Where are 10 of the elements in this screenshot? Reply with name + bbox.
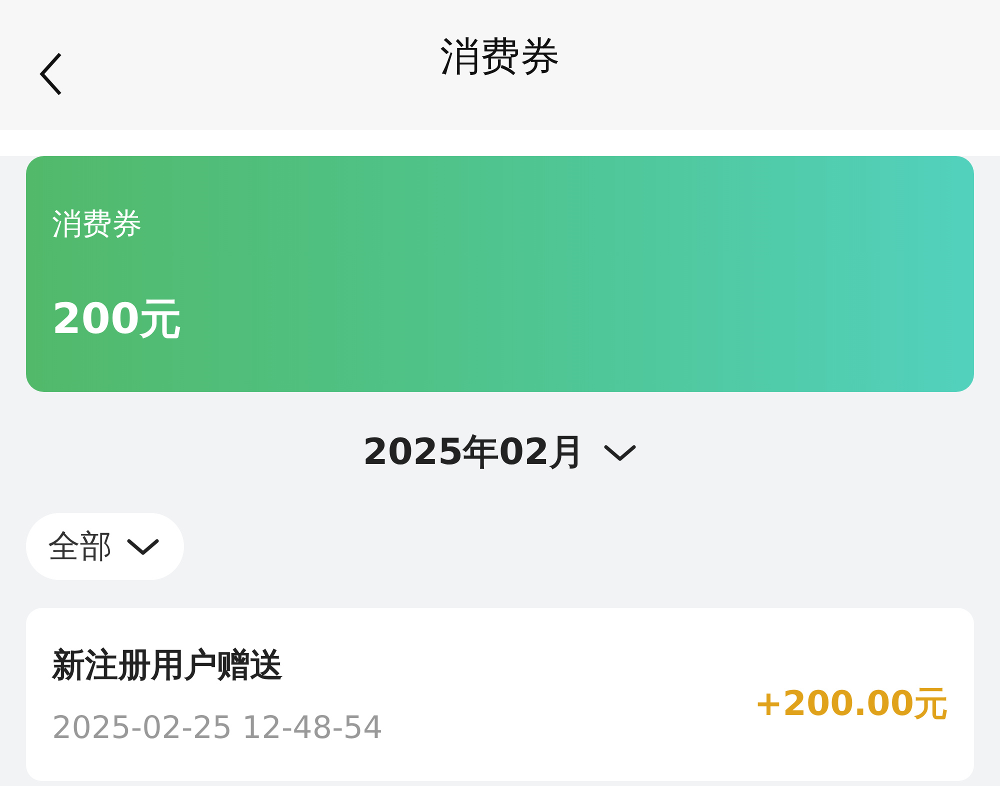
record-amount: +200.00元 (754, 682, 948, 726)
chevron-down-icon (603, 442, 638, 462)
record-time: 2025-02-25 12-48-54 (52, 710, 383, 746)
month-picker[interactable]: 2025年02月 (362, 428, 638, 477)
record-title: 新注册用户赠送 (52, 644, 284, 686)
card-label: 消费券 (52, 206, 143, 244)
page-title: 消费券 (440, 32, 560, 82)
filter-dropdown[interactable]: 全部 (26, 513, 184, 580)
chevron-down-icon (126, 536, 160, 556)
balance-amount: 200元 (52, 293, 183, 345)
